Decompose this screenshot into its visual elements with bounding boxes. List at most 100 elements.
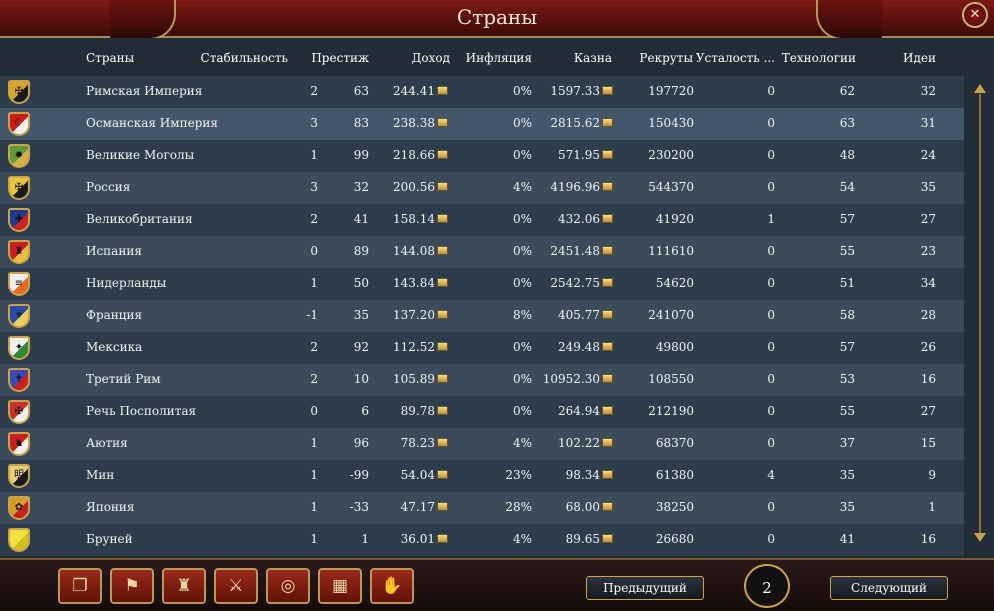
country-name[interactable]: Речь Посполитая [86, 404, 196, 418]
eagle-icon[interactable]: ✠ [8, 80, 30, 104]
inflation-cell: 0% [513, 148, 532, 162]
crescent-icon[interactable]: ☾ [8, 112, 30, 136]
header-treasury[interactable]: Казна [574, 51, 612, 65]
elephant-icon[interactable]: ♞ [8, 432, 30, 456]
country-name[interactable]: Нидерланды [86, 276, 166, 290]
scrollbar[interactable] [974, 84, 986, 542]
previous-button[interactable]: Предыдущий [586, 576, 704, 600]
table-row[interactable]: ✠ Римская Империя 2 63 244.41 0% 1597.33 197720… [0, 76, 964, 108]
header-country[interactable]: Страны [86, 51, 134, 65]
header-prestige[interactable]: Престиж [311, 51, 369, 65]
table-row[interactable]: 明 Мин 1 -99 54.04 23% 98.34 61380 4 35 9 [0, 460, 964, 492]
ideas-cell: 15 [921, 436, 936, 450]
next-button[interactable]: Следующий [830, 576, 948, 600]
table-row[interactable]: ≡ Нидерланды 1 50 143.84 0% 2542.75 54620 0 51 34 [0, 268, 964, 300]
ducats-icon [602, 374, 613, 383]
scroll-up-icon[interactable] [974, 84, 986, 93]
inflation-cell-value: 0% [512, 404, 532, 418]
eagle-icon[interactable]: ✠ [8, 400, 30, 424]
country-name[interactable]: Испания [86, 244, 142, 258]
country-name[interactable]: Третий Рим [86, 372, 161, 386]
table-row[interactable]: ✿ Япония 1 -33 47.17 28% 68.00 38250 0 35 1 [0, 492, 964, 524]
table-row[interactable]: ✠ Речь Посполитая 0 6 89.78 0% 264.94 212190 0 55… [0, 396, 964, 428]
stability-cell: 1 [310, 276, 318, 290]
flag-button[interactable]: ⚑ [110, 568, 154, 604]
prestige-cell: 99 [354, 148, 369, 162]
table-row[interactable]: Бруней 1 1 36.01 4% 89.65 26680 0 41 16 [0, 524, 964, 556]
table-row[interactable]: ♞ Аютия 1 96 78.23 4% 102.22 68370 0 37 15 [0, 428, 964, 460]
country-name[interactable]: Великие Моголы [86, 148, 194, 162]
prestige-cell: 92 [354, 340, 369, 354]
plain-yellow-icon[interactable] [8, 528, 30, 552]
inflation-cell: 0% [513, 276, 532, 290]
manpower-cell: 41920 [656, 212, 694, 226]
eagle-icon[interactable]: ✦ [8, 336, 30, 360]
scroll-track[interactable] [979, 94, 981, 534]
header-manpower[interactable]: Рекруты [639, 51, 693, 65]
stability-cell-value: 0 [310, 404, 318, 418]
ducats-icon [437, 406, 448, 415]
table-row[interactable]: ✠ Россия 3 32 200.56 4% 4196.96 544370 0 54 35 [0, 172, 964, 204]
treasury-cell: 249.48 [558, 340, 613, 354]
buildings-button[interactable]: ♜ [162, 568, 206, 604]
countries-table: ✠ Римская Империя 2 63 244.41 0% 1597.33 197720… [0, 76, 964, 556]
coins-icon: ◎ [280, 576, 296, 596]
header-income[interactable]: Доход [412, 51, 450, 65]
trade-button[interactable]: ▦ [318, 568, 362, 604]
manpower-cell: 108550 [648, 372, 694, 386]
table-row[interactable]: ✹ Великие Моголы 1 99 218.66 0% 571.95 230200 0 4… [0, 140, 964, 172]
country-name[interactable]: Япония [86, 500, 134, 514]
table-row[interactable]: ⚜ Франция -1 35 137.20 8% 405.77 241070 0 58 28 [0, 300, 964, 332]
economy-button[interactable]: ◎ [266, 568, 310, 604]
technology-cell-value: 55 [839, 404, 855, 418]
income-cell: 143.84 [393, 276, 448, 290]
cross-icon[interactable]: ✝ [8, 368, 30, 392]
income-cell-value: 54.04 [400, 468, 435, 482]
country-name[interactable]: Османская Империя [86, 116, 218, 130]
ducats-icon [602, 86, 613, 95]
sun-icon[interactable]: ✹ [8, 144, 30, 168]
manpower-cell: 544370 [648, 180, 694, 194]
title-bar: Страны ✕ [0, 0, 994, 40]
table-row[interactable]: ✝ Третий Рим 2 10 105.89 0% 10952.30 108550 0 53 1… [0, 364, 964, 396]
inflation-cell: 8% [513, 308, 532, 322]
close-button[interactable]: ✕ [962, 2, 988, 28]
country-name[interactable]: Мексика [86, 340, 142, 354]
double-eagle-icon[interactable]: ✠ [8, 176, 30, 200]
table-row[interactable]: ☾ Османская Империя 3 83 238.38 0% 2815.62 1504… [0, 108, 964, 140]
castle-icon[interactable]: ♜ [8, 240, 30, 264]
country-name[interactable]: Мин [86, 468, 114, 482]
ming-glyph-icon[interactable]: 明 [8, 464, 30, 488]
country-name[interactable]: Россия [86, 180, 130, 194]
table-row[interactable]: ♜ Испания 0 89 144.08 0% 2451.48 111610 0 55 23 [0, 236, 964, 268]
header-stability[interactable]: Стабильность [201, 51, 288, 65]
table-row[interactable]: ✚ Великобритания 2 41 158.14 0% 432.06 41920 1 57… [0, 204, 964, 236]
country-name[interactable]: Бруней [86, 532, 133, 546]
country-name[interactable]: Великобритания [86, 212, 193, 226]
flag-icon: ⚑ [124, 576, 140, 596]
header-ideas[interactable]: Идеи [903, 51, 936, 65]
stability-cell-value: 1 [310, 500, 318, 514]
prestige-cell: 50 [354, 276, 369, 290]
prestige-cell-value: -99 [349, 468, 369, 482]
country-name[interactable]: Римская Империя [86, 84, 202, 98]
military-button[interactable]: ⚔ [214, 568, 258, 604]
country-name[interactable]: Аютия [86, 436, 128, 450]
inflation-cell-value: 8% [512, 308, 532, 322]
diplomacy-button[interactable]: ✋ [370, 568, 414, 604]
chrysanthemum-icon[interactable]: ✿ [8, 496, 30, 520]
table-row[interactable]: ✦ Мексика 2 92 112.52 0% 249.48 49800 0 57 26 [0, 332, 964, 364]
header-inflation[interactable]: Инфляция [466, 51, 532, 65]
inflation-cell: 0% [513, 340, 532, 354]
fleur-de-lis-icon[interactable]: ⚜ [8, 304, 30, 328]
country-name[interactable]: Франция [86, 308, 142, 322]
ledger-button[interactable]: ❐ [58, 568, 102, 604]
union-jack-icon[interactable]: ✚ [8, 208, 30, 232]
header-technology[interactable]: Технологии [782, 51, 856, 65]
header-war-exhaustion[interactable]: Усталость ... [696, 51, 775, 65]
ducats-icon [437, 374, 448, 383]
prestige-cell-value: 50 [353, 276, 369, 290]
tricolor-icon[interactable]: ≡ [8, 272, 30, 296]
scroll-down-icon[interactable] [974, 533, 986, 542]
treasury-cell-value: 4196.96 [550, 180, 600, 194]
